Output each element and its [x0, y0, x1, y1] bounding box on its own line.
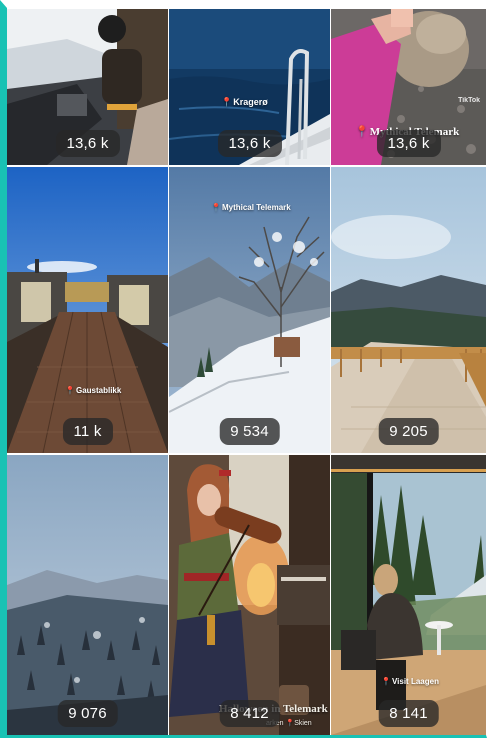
video-thumbnail	[331, 167, 486, 453]
video-tile-5[interactable]: 📍Mythical Telemark 9 534	[169, 167, 330, 453]
location-label: Visit Laagen	[391, 677, 439, 686]
view-count-badge: 13,6 k	[376, 130, 441, 157]
view-count-badge: 8 141	[378, 700, 439, 727]
video-thumbnail	[7, 167, 168, 453]
view-count-badge: 13,6 k	[55, 130, 120, 157]
video-thumbnail	[331, 455, 486, 735]
tiktok-watermark: TikTok	[458, 97, 480, 104]
location-pin-icon: 📍	[65, 386, 75, 395]
video-tile-6[interactable]: 9 205	[331, 167, 486, 453]
location-tag: 📍Visit Laagen	[381, 677, 439, 686]
location-label: Mythical Telemark	[221, 203, 291, 212]
location-label: Gaustablikk	[75, 386, 122, 395]
view-count-badge: 9 534	[219, 418, 280, 445]
location-label: Kragerø	[233, 97, 268, 107]
location-pin-icon: 📍	[285, 720, 295, 727]
view-count-badge: 8 412	[219, 700, 280, 727]
subcaption-location: Skien	[294, 720, 312, 727]
view-count-badge: 13,6 k	[217, 130, 282, 157]
location-tag: 📍Kragerø	[221, 97, 268, 108]
video-thumbnail	[169, 455, 330, 735]
video-tile-2[interactable]: 📍Kragerø 13,6 k	[169, 9, 330, 165]
video-thumbnail	[7, 455, 168, 735]
location-pin-icon: 📍	[381, 677, 391, 686]
video-tile-3[interactable]: TikTok 📍Mythical Telemark 13,6 k	[331, 9, 486, 165]
location-pin-icon: 📍	[211, 203, 221, 212]
view-count-badge: 9 076	[57, 700, 118, 727]
location-tag: 📍Gaustablikk	[65, 386, 121, 395]
video-tile-8[interactable]: Halloween in Telemark arken 📍Skien 8 412	[169, 455, 330, 735]
location-tag: 📍Mythical Telemark	[211, 203, 291, 212]
video-tile-9[interactable]: 📍Visit Laagen 8 141	[331, 455, 486, 735]
location-pin-icon: 📍	[355, 126, 369, 138]
view-count-badge: 9 205	[378, 418, 439, 445]
video-tile-7[interactable]: 9 076	[7, 455, 168, 735]
video-grid: 13,6 k 📍Kragerø 13,6 k TikTok 📍 13,6 k 📍…	[7, 9, 486, 735]
view-count-badge: 11 k	[62, 418, 113, 445]
location-pin-icon: 📍	[221, 97, 233, 107]
video-tile-1[interactable]: 13,6 k	[7, 9, 168, 165]
video-tile-4[interactable]: 📍Gaustablikk 11 k	[7, 167, 168, 453]
